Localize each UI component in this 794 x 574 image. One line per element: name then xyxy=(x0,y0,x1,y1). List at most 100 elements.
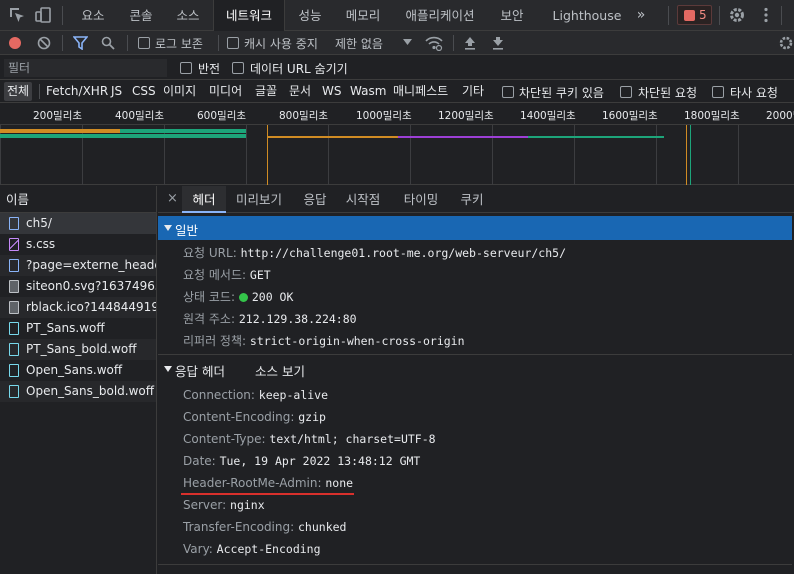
more-tabs-icon[interactable]: » xyxy=(630,0,652,31)
error-icon xyxy=(684,10,695,21)
type-other[interactable]: 기타 xyxy=(459,82,487,101)
load-marker xyxy=(686,125,687,185)
type-fonts[interactable]: 글꼴 xyxy=(252,82,280,101)
waterfall-bar xyxy=(120,129,246,133)
name-column-header[interactable]: 이름 xyxy=(0,186,156,213)
inspect-element-icon[interactable] xyxy=(8,6,26,24)
header-row: Content-Type: text/html; charset=UTF-8 xyxy=(183,432,436,446)
list-item[interactable]: ?page=externe_header xyxy=(0,255,156,276)
list-item[interactable]: rblack.ico?1448449194 xyxy=(0,297,156,318)
view-source-link[interactable]: 소스 보기 xyxy=(255,361,305,380)
tick-label: 1800밀리초 xyxy=(684,110,740,122)
list-item[interactable]: PT_Sans.woff xyxy=(0,318,156,339)
list-item[interactable]: Open_Sans.woff xyxy=(0,360,156,381)
chevron-down-icon[interactable] xyxy=(403,39,412,46)
tab-security[interactable]: 보안 xyxy=(492,0,532,31)
general-row: 원격 주소: 212.129.38.224:80 xyxy=(183,312,357,326)
general-section-header[interactable]: 일반 xyxy=(158,216,792,240)
document-icon xyxy=(9,259,19,272)
tab-performance[interactable]: 성능 xyxy=(289,0,331,31)
import-har-icon[interactable] xyxy=(464,36,476,50)
waterfall-bar xyxy=(0,129,120,133)
font-icon xyxy=(9,385,19,398)
response-headers-title: 응답 헤더 xyxy=(175,364,225,379)
type-css[interactable]: CSS xyxy=(129,82,159,101)
tab-application[interactable]: 애플리케이션 xyxy=(396,0,484,31)
type-media[interactable]: 미디어 xyxy=(206,82,245,101)
header-row: Date: Tue, 19 Apr 2022 13:48:12 GMT xyxy=(183,454,421,468)
tab-sources[interactable]: 소스 xyxy=(168,0,208,31)
device-toolbar-icon[interactable] xyxy=(34,6,52,24)
preserve-log-label: 로그 보존 xyxy=(155,37,203,51)
tab-cookies[interactable]: 쿠키 xyxy=(452,186,492,213)
invert-label: 반전 xyxy=(198,62,221,76)
error-badge[interactable]: 5 xyxy=(677,5,712,25)
invert-checkbox[interactable] xyxy=(180,62,192,74)
dom-content-loaded-marker xyxy=(267,125,268,185)
tab-timing[interactable]: 타이밍 xyxy=(396,186,446,213)
type-documents[interactable]: 문서 xyxy=(286,82,314,101)
close-icon[interactable]: × xyxy=(167,191,178,206)
third-party-label: 타사 요청 xyxy=(730,86,778,100)
waterfall-bar xyxy=(0,134,246,138)
response-headers-section-header[interactable]: 응답 헤더 소스 보기 xyxy=(158,358,792,380)
list-item[interactable]: s.css xyxy=(0,234,156,255)
filter-icon[interactable] xyxy=(73,36,88,50)
font-icon xyxy=(9,343,19,356)
type-images[interactable]: 이미지 xyxy=(160,82,199,101)
tab-initiator[interactable]: 시작점 xyxy=(340,186,386,213)
filter-input[interactable] xyxy=(5,60,166,76)
tick-label: 1200밀리초 xyxy=(438,110,494,122)
header-row: Vary: Accept-Encoding xyxy=(183,542,321,556)
blocked-cookies-checkbox[interactable] xyxy=(502,86,514,98)
search-icon[interactable] xyxy=(101,36,115,50)
list-item[interactable]: PT_Sans_bold.woff xyxy=(0,339,156,360)
detail-tabs: × 헤더 미리보기 응답 시작점 타이밍 쿠키 xyxy=(158,186,794,213)
type-fetch-xhr[interactable]: Fetch/XHR xyxy=(43,82,111,101)
list-item[interactable]: ch5/ xyxy=(0,213,156,234)
timeline-overview[interactable]: 200밀리초 400밀리초 600밀리초 800밀리초 1000밀리초 1200… xyxy=(0,103,794,185)
type-ws[interactable]: WS xyxy=(319,82,344,101)
tab-lighthouse[interactable]: Lighthouse xyxy=(550,0,624,31)
hide-data-urls-checkbox[interactable] xyxy=(232,62,244,74)
tick-label: 400밀리초 xyxy=(115,110,165,122)
tab-console[interactable]: 콘솔 xyxy=(118,0,164,31)
tab-elements[interactable]: 요소 xyxy=(72,0,114,31)
tick-label: 200밀리초 xyxy=(33,110,83,122)
tab-network[interactable]: 네트워크 xyxy=(213,0,285,31)
kebab-menu-icon[interactable] xyxy=(757,6,775,24)
stylesheet-icon xyxy=(9,238,19,251)
font-icon xyxy=(9,364,19,377)
image-icon xyxy=(9,280,19,293)
type-wasm[interactable]: Wasm xyxy=(347,82,389,101)
tab-headers[interactable]: 헤더 xyxy=(182,186,226,213)
blocked-requests-checkbox[interactable] xyxy=(620,86,632,98)
network-conditions-icon[interactable] xyxy=(425,35,443,51)
type-all[interactable]: 전체 xyxy=(4,82,33,101)
network-settings-gear-icon[interactable] xyxy=(778,35,794,51)
tab-response[interactable]: 응답 xyxy=(295,186,335,213)
type-js[interactable]: JS xyxy=(108,82,125,101)
clear-icon[interactable] xyxy=(37,36,51,50)
list-item[interactable]: siteon0.svg?16374965... xyxy=(0,276,156,297)
tab-memory[interactable]: 메모리 xyxy=(337,0,389,31)
header-row: Content-Encoding: gzip xyxy=(183,410,326,424)
export-har-icon[interactable] xyxy=(492,36,504,50)
disable-cache-checkbox[interactable] xyxy=(227,37,239,49)
third-party-checkbox[interactable] xyxy=(712,86,724,98)
blocked-cookies-label: 차단된 쿠키 있음 xyxy=(519,86,604,100)
record-icon[interactable] xyxy=(8,36,22,50)
list-item[interactable]: Open_Sans_bold.woff xyxy=(0,381,156,402)
general-title: 일반 xyxy=(175,223,199,238)
tick-label: 1000밀리초 xyxy=(356,110,412,122)
type-manifest[interactable]: 매니페스트 xyxy=(390,82,451,101)
tick-label: 800밀리초 xyxy=(279,110,329,122)
error-count: 5 xyxy=(699,8,707,22)
tab-preview[interactable]: 미리보기 xyxy=(230,186,288,213)
throttle-select[interactable]: 제한 없음 xyxy=(335,35,383,52)
request-list: 이름 ch5/ s.css ?page=externe_header siteo… xyxy=(0,186,157,574)
waterfall-bar xyxy=(398,136,528,138)
network-toolbar: 로그 보존 캐시 사용 중지 제한 없음 xyxy=(0,31,794,55)
gear-icon[interactable] xyxy=(728,6,746,24)
preserve-log-checkbox[interactable] xyxy=(138,37,150,49)
